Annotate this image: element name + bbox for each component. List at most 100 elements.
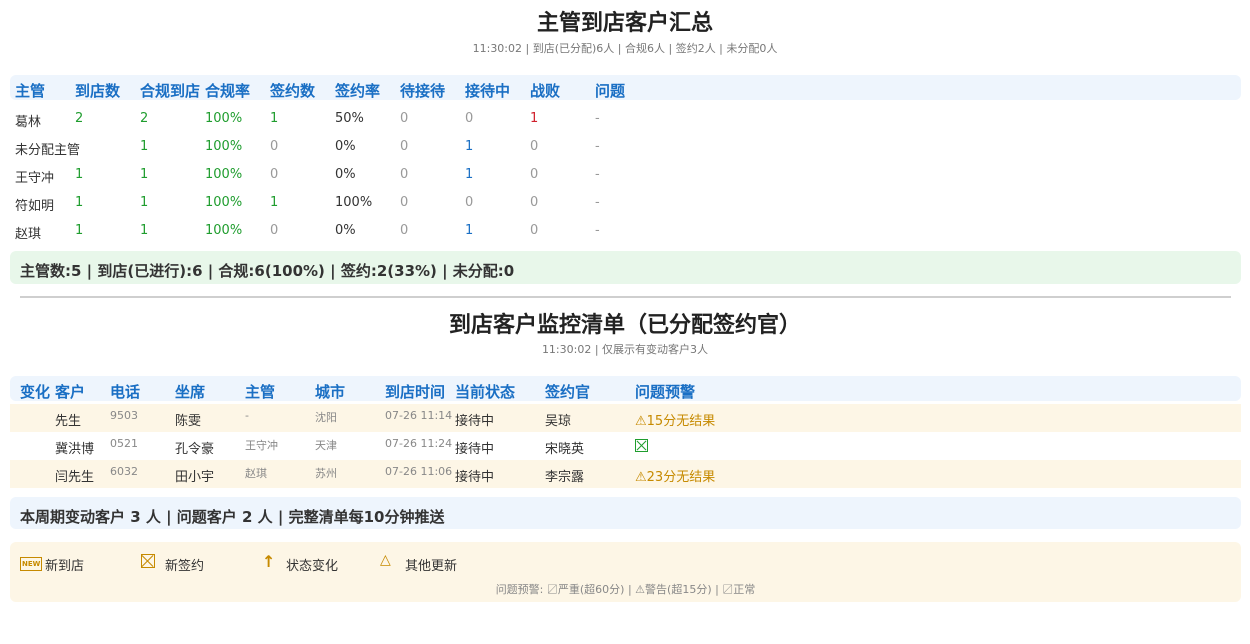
- ok-status-icon: [635, 439, 648, 452]
- cell-signed: 0: [270, 139, 279, 154]
- cell-manager: 葛林: [15, 115, 42, 130]
- arrow-up-icon: ↑: [262, 552, 276, 571]
- cell-issue: -: [595, 111, 600, 126]
- cell-agent: 陈雯: [175, 414, 202, 429]
- cell-customer: 先生: [55, 414, 82, 429]
- cell-issue: -: [595, 139, 600, 154]
- cell-receiving: 0: [465, 195, 474, 210]
- cell-time: 07-26 11:24: [385, 437, 453, 450]
- header-customer: 客户: [55, 383, 86, 401]
- cell-officer: 吴琼: [545, 414, 572, 429]
- legend-label-status-change: 状态变化: [286, 559, 339, 574]
- cell-receiving: 0: [465, 111, 474, 126]
- header-change: 变化: [20, 383, 51, 401]
- header-signed: 签约数: [270, 82, 316, 100]
- cell-receiving: 1: [465, 139, 474, 154]
- legend-label-new-sign: 新签约: [165, 559, 205, 574]
- cell-status: 接待中: [455, 470, 495, 485]
- header-waiting: 待接待: [400, 82, 446, 100]
- table-row: 闫先生 6032 田小宇 赵琪 苏州 07-26 11:06 接待中 李宗露 ⚠…: [10, 460, 1241, 488]
- table-row: 王守冲 1 1 100% 0 0% 0 1 0 -: [10, 161, 1241, 189]
- cell-signed: 1: [270, 195, 279, 210]
- header-status: 当前状态: [455, 383, 516, 401]
- cell-lost: 0: [530, 139, 539, 154]
- cell-phone: 0521: [110, 437, 138, 450]
- summary-subtitle: 11:30:02 | 到店(已分配)6人 | 合规6人 | 签约2人 | 未分配…: [472, 42, 778, 55]
- cell-issue: -: [595, 167, 600, 182]
- cell-sign-rate: 0%: [335, 223, 356, 238]
- cell-sign-rate: 0%: [335, 167, 356, 182]
- cell-time: 07-26 11:06: [385, 465, 453, 478]
- cell-city: 天津: [315, 439, 337, 452]
- summary-table-header: 主管 到店数 合规到店 合规率 签约数 签约率 待接待 接待中 战败 问题: [10, 75, 1241, 100]
- cell-manager: 王守冲: [245, 439, 278, 452]
- cell-lost: 0: [530, 195, 539, 210]
- monitor-table-header: 变化 客户 电话 坐席 主管 城市 到店时间 当前状态 签约官 问题预警: [10, 376, 1241, 401]
- table-row: 葛林 2 2 100% 1 50% 0 0 1 -: [10, 105, 1241, 133]
- cell-status: 接待中: [455, 414, 495, 429]
- cell-phone: 6032: [110, 465, 138, 478]
- monitor-footer: 本周期变动客户 3 人 | 问题客户 2 人 | 完整清单每10分钟推送: [10, 497, 1241, 529]
- cell-waiting: 0: [400, 139, 409, 154]
- cell-receiving: 1: [465, 167, 474, 182]
- header-arrivals: 到店数: [75, 82, 121, 100]
- cell-phone: 9503: [110, 409, 138, 422]
- cell-manager: 王守冲: [15, 171, 55, 186]
- header-lost: 战败: [530, 82, 561, 100]
- cell-lost: 1: [530, 111, 539, 126]
- legend-panel: NEW 新到店 新签约 ↑ 状态变化 △ 其他更新 问题预警: 〼严重(超60分…: [10, 542, 1241, 602]
- cell-compliant-rate: 100%: [205, 223, 243, 238]
- cell-customer: 冀洪博: [55, 442, 95, 457]
- cell-lost: 0: [530, 167, 539, 182]
- cell-signed: 0: [270, 167, 279, 182]
- cell-compliant-rate: 100%: [205, 111, 243, 126]
- summary-footer: 主管数:5 | 到店(已进行):6 | 合规:6(100%) | 签约:2(33…: [10, 251, 1241, 284]
- cell-manager: 未分配主管: [15, 143, 81, 158]
- cell-issue: -: [595, 195, 600, 210]
- monitor-title: 到店客户监控清单（已分配签约官）: [448, 313, 801, 338]
- cell-time: 07-26 11:14: [385, 409, 453, 422]
- table-row: 未分配主管 1 100% 0 0% 0 1 0 -: [10, 133, 1241, 161]
- cell-alert: [635, 438, 648, 455]
- cell-signed: 0: [270, 223, 279, 238]
- cell-compliant: 2: [140, 111, 149, 126]
- cell-customer: 闫先生: [55, 470, 95, 485]
- header-issue: 问题: [595, 82, 626, 100]
- cell-agent: 孔令豪: [175, 442, 215, 457]
- header-receiving: 接待中: [465, 82, 511, 100]
- cell-alert: ⚠15分无结果: [635, 414, 716, 429]
- cell-compliant-rate: 100%: [205, 167, 243, 182]
- cell-compliant: 1: [140, 167, 149, 182]
- triangle-icon: △: [380, 552, 391, 568]
- table-row: 冀洪博 0521 孔令豪 王守冲 天津 07-26 11:24 接待中 宋晓英: [10, 432, 1241, 460]
- cell-arrivals: 1: [75, 223, 84, 238]
- cell-officer: 李宗露: [545, 470, 585, 485]
- cell-status: 接待中: [455, 442, 495, 457]
- cell-manager: -: [245, 409, 249, 422]
- cell-officer: 宋晓英: [545, 442, 585, 457]
- cell-city: 苏州: [315, 467, 337, 480]
- cell-compliant-rate: 100%: [205, 195, 243, 210]
- legend-label-new-arrival: 新到店: [45, 559, 85, 574]
- new-sign-icon: [141, 554, 155, 572]
- cell-compliant: 1: [140, 223, 149, 238]
- cell-manager: 符如明: [15, 199, 55, 214]
- table-row: 赵琪 1 1 100% 0 0% 0 1 0 -: [10, 217, 1241, 245]
- monitor-footer-text: 本周期变动客户 3 人 | 问题客户 2 人 | 完整清单每10分钟推送: [20, 508, 445, 526]
- header-sign-rate: 签约率: [335, 82, 381, 100]
- cell-alert: ⚠23分无结果: [635, 470, 716, 485]
- cell-sign-rate: 0%: [335, 139, 356, 154]
- header-phone: 电话: [110, 383, 141, 401]
- header-officer: 签约官: [545, 383, 591, 401]
- cell-waiting: 0: [400, 111, 409, 126]
- table-row: 先生 9503 陈雯 - 沈阳 07-26 11:14 接待中 吴琼 ⚠15分无…: [10, 404, 1241, 432]
- cell-waiting: 0: [400, 195, 409, 210]
- header-alert: 问题预警: [635, 383, 696, 401]
- header-city: 城市: [315, 383, 346, 401]
- cell-compliant-rate: 100%: [205, 139, 243, 154]
- cell-manager: 赵琪: [15, 227, 42, 242]
- cell-compliant: 1: [140, 139, 149, 154]
- cell-waiting: 0: [400, 167, 409, 182]
- monitor-subtitle: 11:30:02 | 仅展示有变动客户3人: [541, 343, 709, 356]
- header-manager: 主管: [15, 82, 46, 100]
